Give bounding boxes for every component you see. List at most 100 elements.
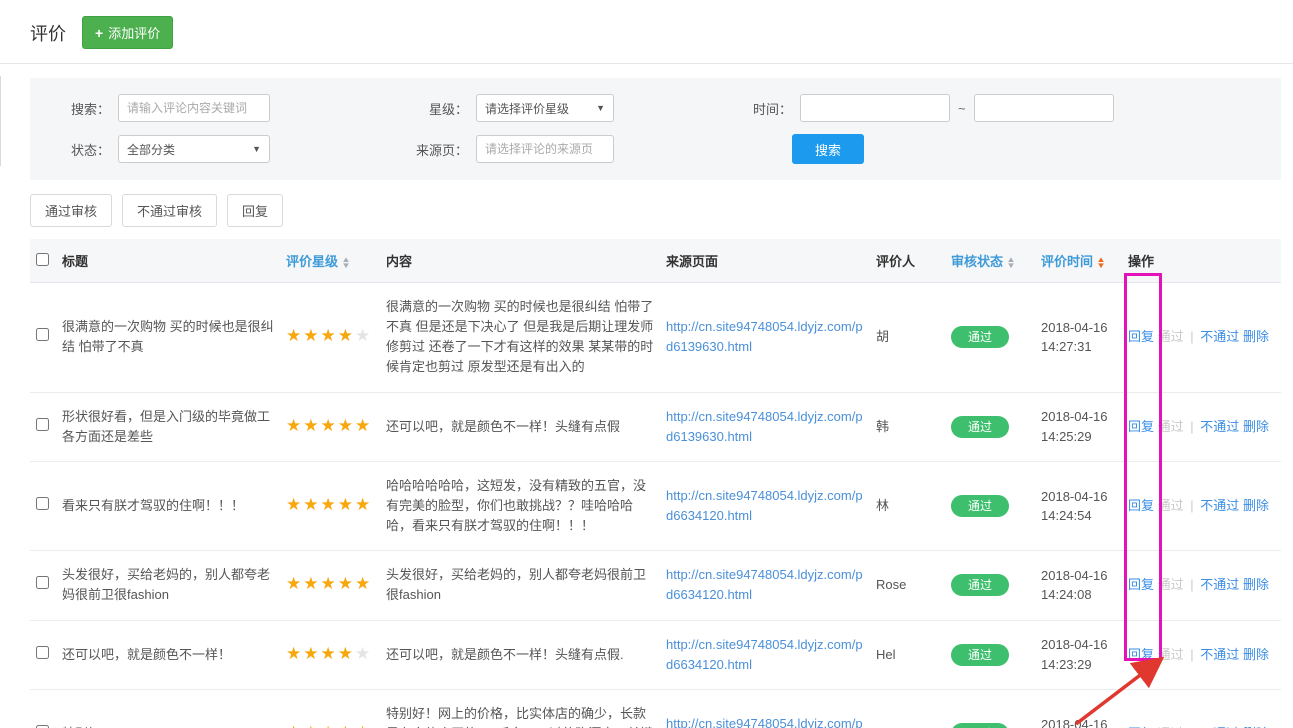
status-badge: 通过 (951, 574, 1009, 596)
reply-link[interactable]: 回复 (1128, 647, 1154, 662)
col-content: 内容 (380, 239, 660, 283)
reject-selected-button[interactable]: 不通过审核 (122, 194, 217, 227)
row-operations: 回复 通过 | 不通过 删除 (1122, 392, 1281, 461)
reject-link[interactable]: 不通过 (1200, 498, 1239, 513)
reject-link[interactable]: 不通过 (1200, 329, 1239, 344)
star-rating: ★★★★★ (286, 723, 372, 728)
star-icon: ★ (321, 326, 338, 345)
ops-separator: | (1190, 647, 1193, 662)
star-rating: ★★★★★ (286, 574, 372, 593)
left-edge-line (0, 76, 1, 166)
star-icon: ★ (338, 326, 355, 345)
source-page-link[interactable]: http://cn.site94748054.ldyjz.com/pd66341… (666, 488, 863, 523)
review-time: 2018-04-16 14:24:08 (1035, 551, 1122, 620)
star-icon: ★ (355, 644, 372, 663)
source-page-input[interactable] (476, 135, 614, 163)
table-header: 标题 评价星级▲▼ 内容 来源页面 评价人 审核状态▲▼ 评价时间▲▼ 操作 (30, 239, 1281, 283)
star-icon: ★ (286, 495, 303, 514)
reviewer-name: 胡 (870, 283, 945, 393)
status-badge: 通过 (951, 723, 1009, 728)
source-page-link[interactable]: http://cn.site94748054.ldyjz.com/pd66341… (666, 716, 863, 728)
star-icon: ★ (338, 644, 355, 663)
col-ops: 操作 (1122, 239, 1281, 283)
table-row: 特别好！ ★★★★★ 特别好！网上的价格，比实体店的确少，长款是在实体店买的，7… (30, 689, 1281, 728)
row-checkbox[interactable] (36, 646, 49, 659)
reply-link[interactable]: 回复 (1128, 419, 1154, 434)
filter-row-1: 搜索： 星级： 请选择评价星级 ▼ 时间： ~ (48, 94, 1263, 122)
row-checkbox[interactable] (36, 576, 49, 589)
page-title: 评价 (30, 20, 66, 46)
source-page-link[interactable]: http://cn.site94748054.ldyjz.com/pd66341… (666, 567, 863, 602)
source-page-link[interactable]: http://cn.site94748054.ldyjz.com/pd61396… (666, 409, 863, 444)
source-page-link[interactable]: http://cn.site94748054.ldyjz.com/pd61396… (666, 319, 863, 354)
reply-link[interactable]: 回复 (1128, 498, 1154, 513)
delete-link[interactable]: 删除 (1243, 498, 1269, 513)
pass-link[interactable]: 通过 (1158, 329, 1184, 344)
status-badge: 通过 (951, 644, 1009, 666)
review-time: 2018-04-16 14:27:31 (1035, 283, 1122, 393)
status-select[interactable]: 全部分类 ▼ (118, 135, 270, 163)
review-title: 头发很好，买给老妈的，别人都夸老妈很前卫很fashion (56, 551, 280, 620)
star-icon: ★ (355, 495, 372, 514)
review-content: 很满意的一次购物 买的时候也是很纠结 怕带了不真 但是还是下决心了 但是我是后期… (380, 283, 660, 393)
status-badge: 通过 (951, 326, 1009, 348)
pass-link[interactable]: 通过 (1158, 577, 1184, 592)
pass-link[interactable]: 通过 (1158, 498, 1184, 513)
row-checkbox[interactable] (36, 418, 49, 431)
row-operations: 回复 通过 | 不通过 删除 (1122, 283, 1281, 393)
delete-link[interactable]: 删除 (1243, 329, 1269, 344)
reject-link[interactable]: 不通过 (1200, 577, 1239, 592)
search-label: 搜索： (48, 99, 110, 118)
delete-link[interactable]: 删除 (1243, 647, 1269, 662)
reply-link[interactable]: 回复 (1128, 329, 1154, 344)
star-icon: ★ (338, 723, 355, 728)
add-review-button[interactable]: + 添加评价 (82, 16, 173, 49)
review-content: 头发很好，买给老妈的，别人都夸老妈很前卫很fashion (380, 551, 660, 620)
reviews-admin-page: 评价 + 添加评价 搜索： 星级： 请选择评价星级 ▼ 时间： ~ (0, 0, 1293, 728)
approve-selected-button[interactable]: 通过审核 (30, 194, 112, 227)
review-title: 特别好！ (56, 689, 280, 728)
col-status-sort[interactable]: 审核状态▲▼ (945, 239, 1035, 283)
sort-icon: ▲▼ (342, 257, 350, 269)
col-time-sort[interactable]: 评价时间▲▼ (1035, 239, 1122, 283)
ops-separator: | (1190, 329, 1193, 344)
review-content: 特别好！网上的价格，比实体店的确少，长款是在实体店买的，7千多，不过的确漂亮！关… (380, 689, 660, 728)
star-rating: ★★★★★ (286, 326, 372, 345)
star-select[interactable]: 请选择评价星级 ▼ (476, 94, 614, 122)
search-input[interactable] (118, 94, 270, 122)
star-icon: ★ (303, 495, 320, 514)
search-button[interactable]: 搜索 (792, 134, 864, 164)
title-bar: 评价 + 添加评价 (0, 0, 1293, 63)
reject-link[interactable]: 不通过 (1200, 419, 1239, 434)
reply-selected-button[interactable]: 回复 (227, 194, 283, 227)
star-rating: ★★★★★ (286, 644, 372, 663)
select-all-checkbox[interactable] (36, 253, 49, 266)
reject-link[interactable]: 不通过 (1200, 647, 1239, 662)
time-from-input[interactable] (800, 94, 950, 122)
row-checkbox[interactable] (36, 497, 49, 510)
star-icon: ★ (286, 723, 303, 728)
delete-link[interactable]: 删除 (1243, 577, 1269, 592)
row-checkbox[interactable] (36, 328, 49, 341)
star-icon: ★ (303, 416, 320, 435)
pass-link[interactable]: 通过 (1158, 647, 1184, 662)
star-icon: ★ (286, 574, 303, 593)
time-to-input[interactable] (974, 94, 1114, 122)
star-icon: ★ (286, 644, 303, 663)
review-content: 还可以吧，就是颜色不一样！头缝有点假. (380, 620, 660, 689)
status-select-value: 全部分类 (127, 141, 175, 158)
table-row: 很满意的一次购物 买的时候也是很纠结 怕带了不真 ★★★★★ 很满意的一次购物 … (30, 283, 1281, 393)
star-label: 星级： (406, 99, 468, 118)
chevron-down-icon: ▼ (252, 144, 261, 154)
header-divider (0, 63, 1293, 64)
col-rating-sort[interactable]: 评价星级▲▼ (280, 239, 380, 283)
row-operations: 回复 通过 | 不通过 删除 (1122, 689, 1281, 728)
star-icon: ★ (355, 723, 372, 728)
review-content: 还可以吧，就是颜色不一样！头缝有点假 (380, 392, 660, 461)
delete-link[interactable]: 删除 (1243, 419, 1269, 434)
pass-link[interactable]: 通过 (1158, 419, 1184, 434)
star-icon: ★ (321, 644, 338, 663)
reply-link[interactable]: 回复 (1128, 577, 1154, 592)
source-page-link[interactable]: http://cn.site94748054.ldyjz.com/pd66341… (666, 637, 863, 672)
filter-panel: 搜索： 星级： 请选择评价星级 ▼ 时间： ~ 状态： 全部分类 (30, 78, 1281, 180)
